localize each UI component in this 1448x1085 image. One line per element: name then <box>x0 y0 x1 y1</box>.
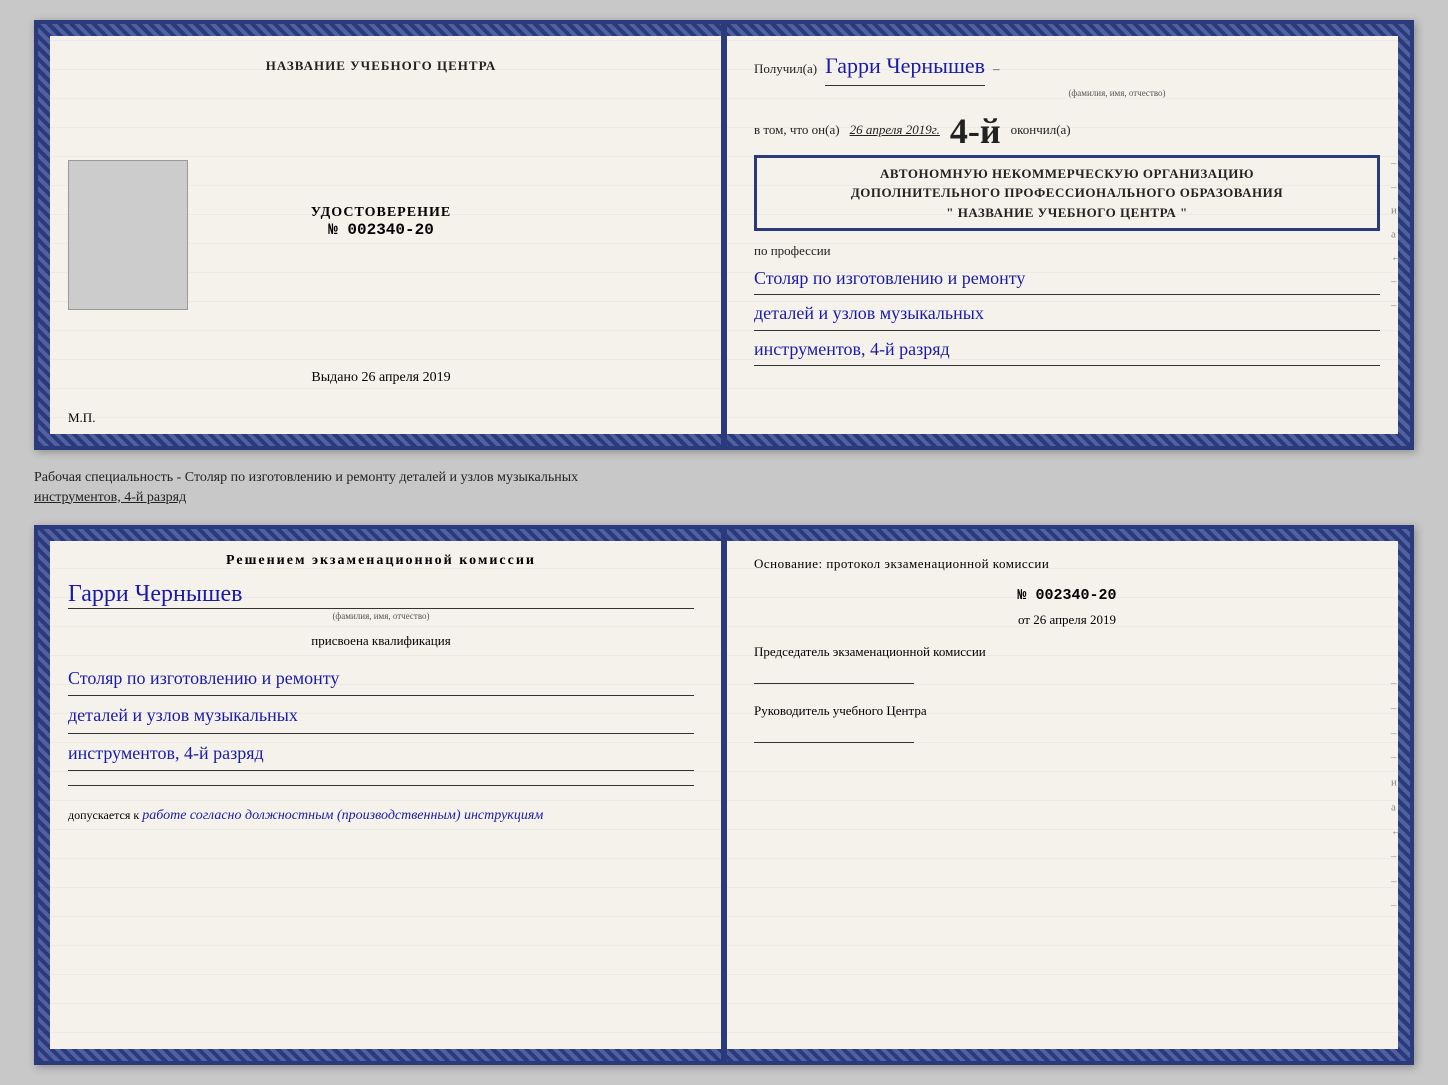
year-highlight: 4-й <box>950 113 1001 149</box>
qual-line1: Столяр по изготовлению и ремонту <box>68 661 694 696</box>
vydano-line: Выдано 26 апреля 2019 <box>311 370 450 386</box>
vydano-date: 26 апреля 2019 <box>361 370 450 385</box>
diploma-bottom: Решением экзаменационной комиссии Гарри … <box>34 525 1414 1065</box>
dopuskaetsya-block: допускается к работе согласно должностны… <box>68 808 694 824</box>
resheniem-title: Решением экзаменационной комиссии <box>68 553 694 569</box>
fio-hint-bottom: (фамилия, имя, отчество) <box>68 611 694 621</box>
vtom-prefix: в том, что он(а) <box>754 120 840 141</box>
profession-line2: деталей и узлов музыкальных <box>754 297 1380 330</box>
org-block: АВТОНОМНУЮ НЕКОММЕРЧЕСКУЮ ОРГАНИЗАЦИЮ ДО… <box>754 155 1380 232</box>
proto-number: 002340-20 <box>1036 587 1117 604</box>
chairman-signature-line <box>754 683 914 684</box>
poluchil-label: Получил(а) <box>754 59 817 80</box>
side-deco-top: ––иа←–– <box>1391 155 1402 314</box>
org-line2: ДОПОЛНИТЕЛЬНОГО ПРОФЕССИОНАЛЬНОГО ОБРАЗО… <box>767 183 1367 203</box>
qual-line2: деталей и узлов музыкальных <box>68 698 694 733</box>
recipient-name-bottom-line: Гарри Чернышев <box>68 581 694 609</box>
side-deco-bottom: ––––иа←––– <box>1391 675 1402 916</box>
photo-placeholder <box>68 160 188 310</box>
diploma-bottom-left: Решением экзаменационной комиссии Гарри … <box>38 529 724 1061</box>
ot-prefix: от <box>1018 612 1030 627</box>
chairman-block: Председатель экзаменационной комиссии <box>754 641 1380 684</box>
rukovoditel-block: Руководитель учебного Центра <box>754 700 1380 743</box>
number-value: 002340-20 <box>347 221 433 239</box>
profession-line3: инструментов, 4-й разряд <box>754 333 1380 366</box>
vtom-line: в том, что он(а) 26 апреля 2019г. 4-й ок… <box>754 113 1380 149</box>
qual-line3: инструментов, 4-й разряд <box>68 736 694 771</box>
mp-label: М.П. <box>68 410 95 426</box>
profession-top: Столяр по изготовлению и ремонту деталей… <box>754 262 1380 366</box>
ot-line: от 26 апреля 2019 <box>754 609 1380 631</box>
center-title-top: НАЗВАНИЕ УЧЕБНОГО ЦЕНТРА <box>266 58 497 74</box>
org-line1: АВТОНОМНУЮ НЕКОММЕРЧЕСКУЮ ОРГАНИЗАЦИЮ <box>767 164 1367 184</box>
rukovoditel-label: Руководитель учебного Центра <box>754 700 1380 722</box>
dopuskaetsya-value: работе согласно должностным (производств… <box>142 808 543 823</box>
diploma-bottom-right: Основание: протокол экзаменационной коми… <box>724 529 1410 1061</box>
profession-line1: Столяр по изготовлению и ремонту <box>754 262 1380 295</box>
poluchil-line: Получил(а) Гарри Чернышев – (фамилия, им… <box>754 48 1380 101</box>
vtom-date: 26 апреля 2019г. <box>850 120 940 141</box>
chairman-label: Председатель экзаменационной комиссии <box>754 641 1380 663</box>
po-professii: по профессии <box>754 241 1380 262</box>
ot-date: 26 апреля 2019 <box>1033 612 1116 627</box>
diploma-top: НАЗВАНИЕ УЧЕБНОГО ЦЕНТРА УДОСТОВЕРЕНИЕ №… <box>34 20 1414 450</box>
diploma-top-right: Получил(а) Гарри Чернышев – (фамилия, им… <box>724 24 1410 446</box>
description-text-normal: Рабочая специальность - Столяр по изгото… <box>34 470 578 485</box>
okoncil-label: окончил(а) <box>1011 120 1071 141</box>
number-prefix: № <box>328 221 338 239</box>
udostoverenie-label: УДОСТОВЕРЕНИЕ <box>311 205 451 221</box>
osnovanie-title: Основание: протокол экзаменационной коми… <box>754 553 1380 575</box>
udostoverenie-number: № 002340-20 <box>311 221 451 239</box>
description-text-underline: инструментов, 4-й разряд <box>34 490 186 505</box>
prisvoena-label: присвоена квалификация <box>68 633 694 649</box>
qualification-bottom: Столяр по изготовлению и ремонту деталей… <box>68 661 694 773</box>
separator-line <box>68 785 694 786</box>
vydano-label: Выдано <box>311 370 358 385</box>
recipient-name-bottom: Гарри Чернышев <box>68 581 242 607</box>
diploma-top-left: НАЗВАНИЕ УЧЕБНОГО ЦЕНТРА УДОСТОВЕРЕНИЕ №… <box>38 24 724 446</box>
rukovoditel-signature-line <box>754 742 914 743</box>
org-line3: " НАЗВАНИЕ УЧЕБНОГО ЦЕНТРА " <box>767 203 1367 223</box>
dopuskaetsya-label: допускается к <box>68 808 139 822</box>
udostoverenie-block: УДОСТОВЕРЕНИЕ № 002340-20 <box>311 205 451 239</box>
description-line: Рабочая специальность - Столяр по изгото… <box>34 468 1414 507</box>
protokol-number: № 002340-20 <box>754 583 1380 609</box>
recipient-name-top: Гарри Чернышев <box>825 48 985 86</box>
fio-hint-top: (фамилия, имя, отчество) <box>1068 88 1165 98</box>
name-block-bottom: Гарри Чернышев (фамилия, имя, отчество) <box>68 581 694 621</box>
proto-prefix: № <box>1017 587 1026 604</box>
